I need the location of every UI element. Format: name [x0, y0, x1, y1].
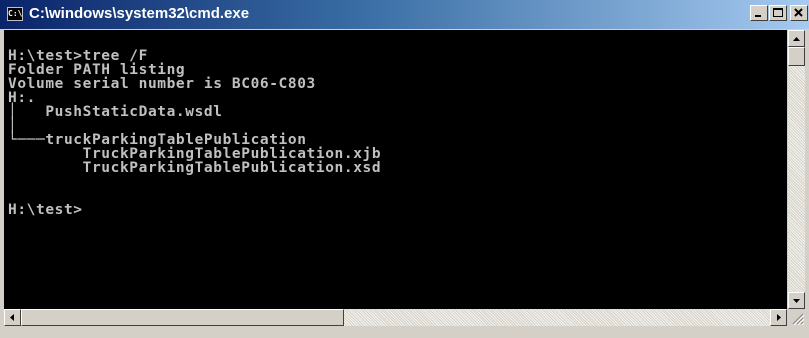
close-icon — [794, 8, 803, 17]
arrow-down-icon — [793, 299, 800, 303]
horizontal-scroll-thumb[interactable] — [21, 309, 344, 326]
scroll-right-button[interactable] — [770, 309, 787, 326]
arrow-left-icon — [10, 314, 14, 321]
arrow-up-icon — [793, 37, 800, 41]
scroll-left-button[interactable] — [4, 309, 21, 326]
title-bar[interactable]: C:\ C:\windows\system32\cmd.exe — [0, 0, 809, 29]
close-button[interactable] — [790, 5, 808, 21]
console-line: H:\test> — [8, 202, 83, 218]
maximize-button[interactable] — [769, 5, 787, 21]
scroll-down-button[interactable] — [788, 292, 805, 309]
cmd-window: C:\ C:\windows\system32\cmd.exe H:\test>… — [0, 0, 809, 338]
vertical-scroll-thumb[interactable] — [788, 47, 805, 66]
console-text: H:\test>tree /F Folder PATH listing Volu… — [8, 35, 382, 218]
scroll-up-button[interactable] — [788, 30, 805, 47]
arrow-right-icon — [777, 314, 781, 321]
console-line: │ PushStaticData.wsdl — [8, 104, 223, 120]
cmd-icon[interactable]: C:\ — [7, 7, 23, 21]
window-title: C:\windows\system32\cmd.exe — [29, 5, 250, 22]
console-line: TruckParkingTablePublication.xsd — [8, 160, 382, 176]
console-line: Volume serial number is BC06-C803 — [8, 76, 316, 92]
maximize-icon — [773, 8, 783, 17]
minimize-icon — [755, 15, 761, 17]
resize-grip-icon — [792, 313, 805, 326]
resize-grip[interactable] — [788, 309, 805, 326]
vertical-scrollbar[interactable] — [788, 30, 805, 309]
horizontal-scrollbar[interactable] — [4, 309, 787, 326]
console-output[interactable]: H:\test>tree /F Folder PATH listing Volu… — [4, 30, 787, 309]
minimize-button[interactable] — [750, 5, 768, 21]
